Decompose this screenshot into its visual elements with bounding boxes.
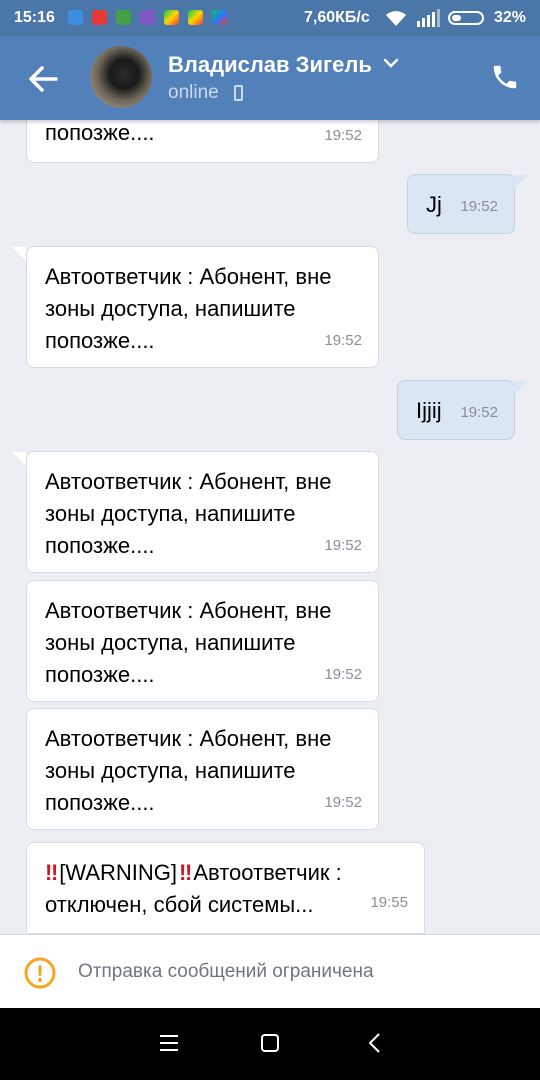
bubble-tail	[514, 175, 528, 189]
notification-icon	[68, 10, 83, 25]
message-text: Jj	[426, 192, 442, 217]
play-store-icon	[188, 10, 203, 25]
message-time: 19:52	[324, 537, 362, 554]
message-outgoing[interactable]: Jj 19:52	[407, 174, 515, 234]
contact-name[interactable]: Владислав Зигель	[168, 52, 372, 78]
message-text: попозже....	[45, 120, 155, 145]
battery-icon	[448, 11, 484, 25]
maps-icon	[116, 10, 131, 25]
menu-icon[interactable]	[158, 1032, 180, 1054]
message-text: Автоответчик : Абонент, вне зоны доступа…	[45, 598, 332, 687]
back-arrow-icon[interactable]	[26, 62, 60, 96]
nav-back-icon[interactable]	[364, 1032, 386, 1054]
message-time: 19:52	[460, 404, 498, 421]
battery-percent: 32%	[494, 9, 527, 26]
restriction-text: Отправка сообщений ограничена	[78, 961, 374, 982]
mobile-phone-icon	[234, 85, 243, 101]
message-time: 19:52	[324, 127, 362, 144]
play-store-icon	[164, 10, 179, 25]
message-time: 19:52	[324, 332, 362, 349]
signal-icon	[417, 9, 440, 27]
message-text: Автоответчик : Абонент, вне зоны доступа…	[45, 726, 332, 815]
message-incoming[interactable]: Автоответчик : Абонент, вне зоны доступа…	[26, 708, 379, 830]
bubble-tail	[12, 452, 26, 466]
app-icon	[140, 10, 155, 25]
message-outgoing[interactable]: Ijjij 19:52	[397, 380, 515, 440]
call-icon[interactable]	[490, 62, 520, 92]
message-time: 19:52	[460, 198, 498, 215]
message-text: ‼ [WARNING]‼ Автоответчик : отключен, сбой…	[45, 857, 342, 921]
warning-tag: [WARNING]	[59, 860, 178, 885]
warning-text: Автоответчик :	[193, 860, 342, 885]
message-incoming[interactable]: Автоответчик : Абонент, вне зоны доступа…	[26, 580, 379, 702]
avatar[interactable]	[90, 46, 152, 108]
message-time: 19:55	[370, 894, 408, 911]
message-incoming[interactable]: Автоответчик : Абонент, вне зоны доступа…	[26, 246, 379, 368]
message-text: Автоответчик : Абонент, вне зоны доступа…	[45, 264, 332, 353]
message-time: 19:52	[324, 794, 362, 811]
warning-icon	[24, 957, 56, 989]
home-icon[interactable]	[259, 1032, 281, 1054]
message-incoming-warning[interactable]: ‼ [WARNING]‼ Автоответчик : отключен, сбой…	[26, 842, 425, 934]
bubble-tail	[12, 247, 26, 261]
message-incoming[interactable]: Автоответчик : Абонент, вне зоны доступа…	[26, 451, 379, 573]
chevron-down-icon[interactable]	[382, 56, 400, 70]
chat-header: Владислав Зигель online	[0, 36, 540, 120]
message-time: 19:52	[324, 666, 362, 683]
wifi-icon	[386, 11, 406, 26]
play-store-icon	[212, 10, 227, 25]
contact-status: online	[168, 82, 219, 103]
warning-text-line2: отключен, сбой системы...	[45, 892, 314, 917]
status-bar: 15:16 7,60КБ/с 32%	[0, 0, 540, 36]
double-exclamation-icon: ‼	[179, 860, 192, 885]
youtube-icon	[92, 10, 107, 25]
message-text: Автоответчик : Абонент, вне зоны доступа…	[45, 469, 332, 558]
network-speed: 7,60КБ/с	[304, 9, 370, 26]
double-exclamation-icon: ‼	[45, 860, 58, 885]
status-time: 15:16	[14, 9, 55, 26]
system-nav-bar	[0, 1008, 540, 1080]
restriction-notice: Отправка сообщений ограничена	[0, 934, 540, 1009]
message-text: Ijjij	[416, 398, 442, 423]
bubble-tail	[514, 381, 528, 395]
